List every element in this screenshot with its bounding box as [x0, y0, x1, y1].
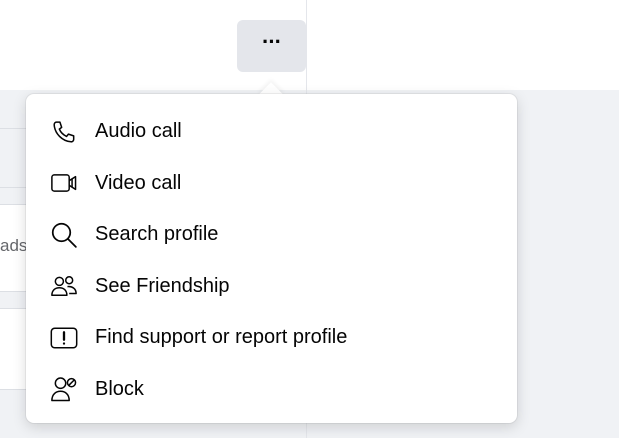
- header-right-panel: [306, 0, 619, 90]
- video-camera-icon: [48, 167, 80, 199]
- profile-options-menu: Audio call Video call Search profile See…: [26, 94, 517, 423]
- search-icon: [48, 219, 80, 251]
- menu-item-label: Block: [95, 377, 144, 400]
- menu-item-find-support-report[interactable]: Find support or report profile: [26, 312, 517, 364]
- menu-item-video-call[interactable]: Video call: [26, 158, 517, 210]
- block-user-icon: [48, 373, 80, 405]
- menu-item-search-profile[interactable]: Search profile: [26, 209, 517, 261]
- page: ads ··· Audio call Video call Search pro…: [0, 0, 619, 438]
- friends-icon: [48, 270, 80, 302]
- menu-item-label: Audio call: [95, 120, 182, 143]
- menu-item-see-friendship[interactable]: See Friendship: [26, 261, 517, 313]
- phone-icon: [48, 116, 80, 148]
- menu-item-label: See Friendship: [95, 274, 230, 297]
- background-text-fragment: ads: [0, 236, 28, 255]
- menu-item-audio-call[interactable]: Audio call: [26, 106, 517, 158]
- menu-item-label: Video call: [95, 171, 182, 194]
- menu-item-label: Search profile: [95, 223, 219, 246]
- more-dots-icon: ···: [262, 29, 282, 54]
- report-icon: [48, 322, 80, 354]
- menu-item-block[interactable]: Block: [26, 364, 517, 416]
- menu-item-label: Find support or report profile: [95, 326, 348, 349]
- more-options-button[interactable]: ···: [237, 20, 306, 72]
